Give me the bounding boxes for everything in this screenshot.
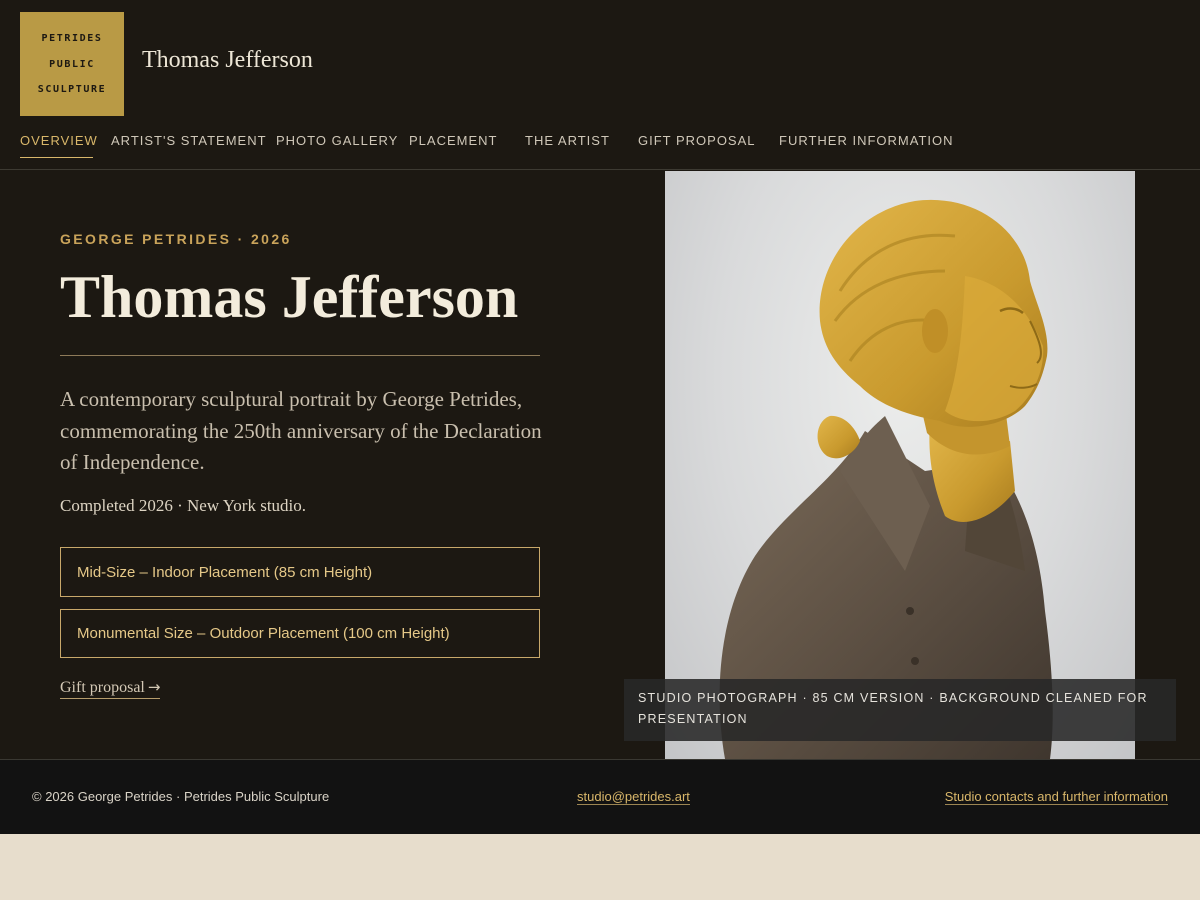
gift-proposal-label: Gift proposal [60,679,145,696]
main-nav: OVERVIEW ARTIST'S STATEMENT PHOTO GALLER… [0,132,1200,170]
arrow-right-icon: → [147,678,161,696]
hero-title: Thomas Jefferson [60,264,519,330]
photo-caption: STUDIO PHOTOGRAPH · 85 CM VERSION · BACK… [624,679,1176,741]
mid-size-option-button[interactable]: Mid-Size – Indoor Placement (85 cm Heigh… [60,547,540,597]
sculpture-photo [665,171,1135,759]
nav-artists-statement[interactable]: ARTIST'S STATEMENT [111,133,267,148]
nav-gift-proposal[interactable]: GIFT PROPOSAL [638,133,756,148]
nav-further-information[interactable]: FURTHER INFORMATION [779,133,954,148]
hero-lede: A contemporary sculptural portrait by Ge… [60,387,542,474]
nav-the-artist[interactable]: THE ARTIST [525,133,610,148]
logo-line-3: SCULPTURE [37,84,107,96]
nav-placement[interactable]: PLACEMENT [409,133,497,148]
gift-proposal-link[interactable]: Gift proposal → [60,678,161,699]
nav-photo-gallery[interactable]: PHOTO GALLERY [276,133,398,148]
nav-active-underline [20,157,93,158]
logo-line-2: PUBLIC [49,58,95,70]
hero-meta: Completed 2026 · New York studio. [60,496,307,515]
footer-copyright: © 2026 George Petrides · Petrides Public… [32,789,330,804]
petrides-logo[interactable]: PETRIDES PUBLIC SCULPTURE [20,12,124,116]
nav-overview[interactable]: OVERVIEW [20,133,98,148]
hero-kicker: GEORGE PETRIDES · 2026 [60,231,292,247]
site-footer: © 2026 George Petrides · Petrides Public… [0,759,1200,834]
hero-divider [60,355,540,356]
site-title[interactable]: Thomas Jefferson [142,47,313,74]
logo-line-1: PETRIDES [41,32,103,44]
jefferson-bust-image [719,199,1053,759]
monumental-size-option-button[interactable]: Monumental Size – Outdoor Placement (100… [60,609,540,658]
footer-contacts-link[interactable]: Studio contacts and further information [944,789,1168,805]
footer-email-link[interactable]: studio@petrides.art [577,789,690,805]
site-page: PETRIDES PUBLIC SCULPTURE Thomas Jeffers… [0,0,1200,834]
